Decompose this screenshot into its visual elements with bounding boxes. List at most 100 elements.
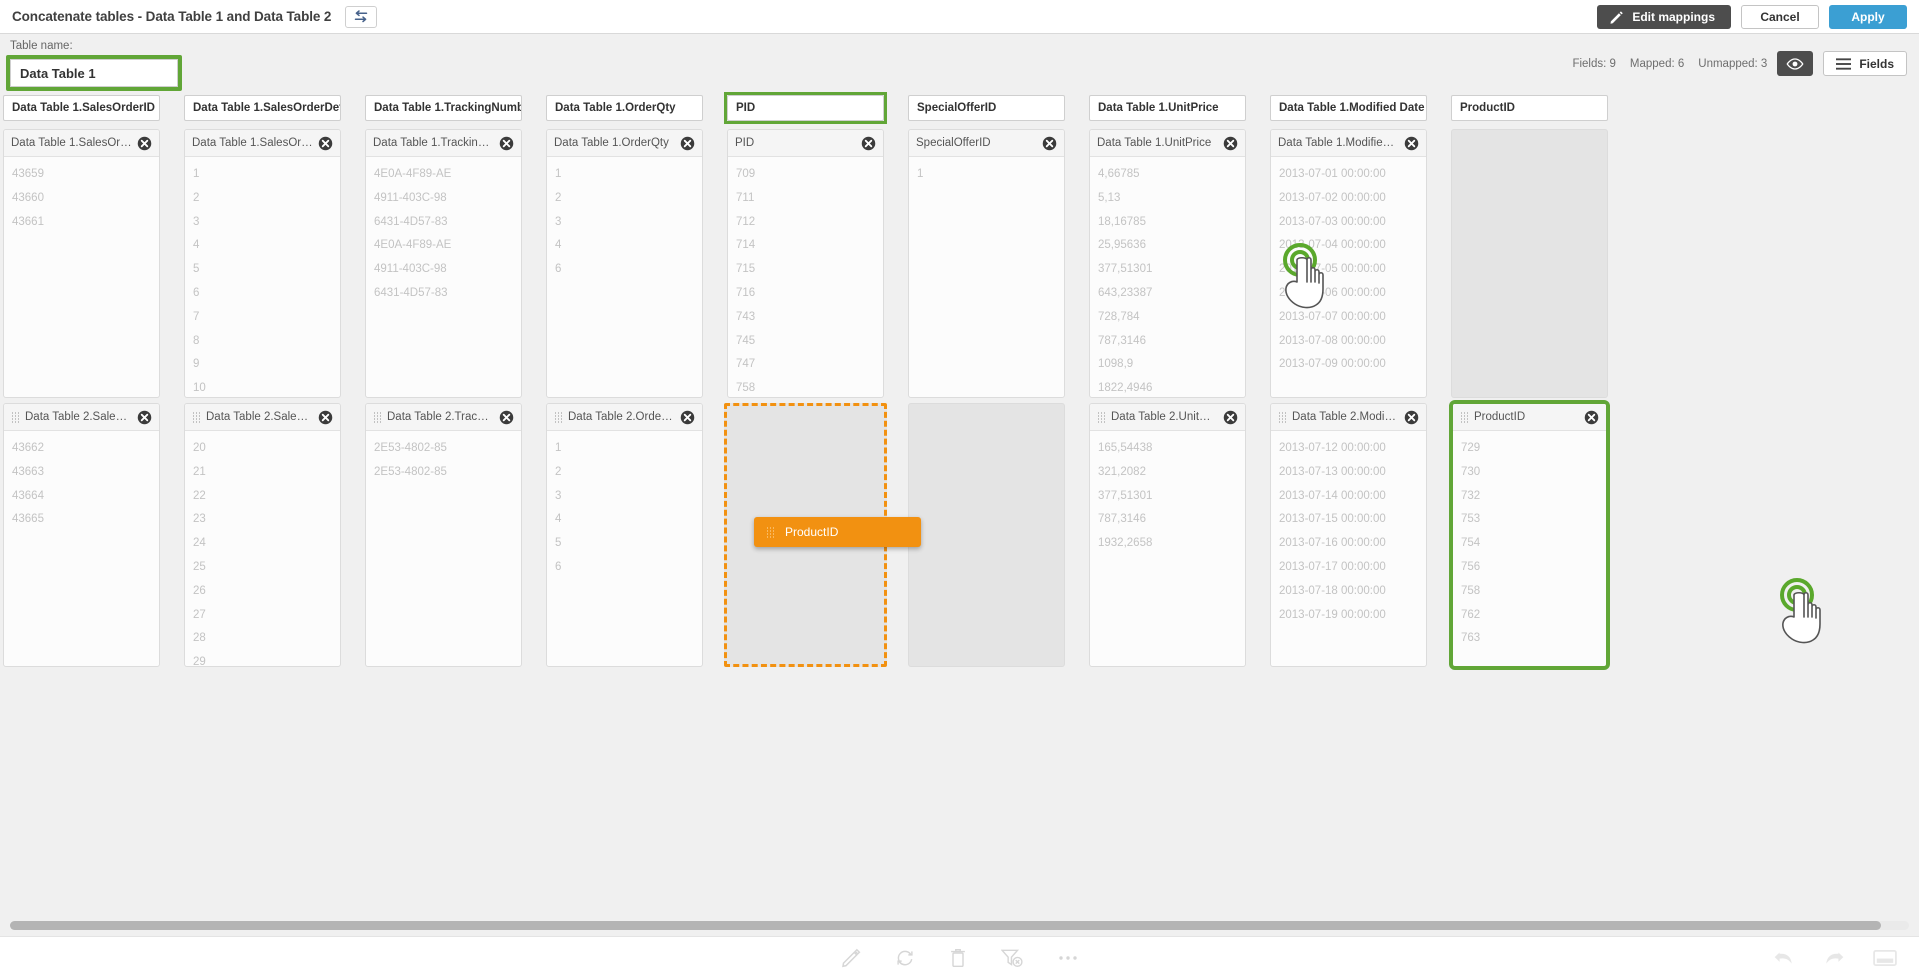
drag-grip-icon[interactable] [1278, 412, 1287, 423]
drag-grip-icon[interactable] [1460, 412, 1469, 423]
panel-toggle-icon[interactable] [1873, 949, 1897, 967]
field-card[interactable]: Data Table 2.SalesOrd...4366243663436644… [3, 403, 160, 667]
field-value: 2013-07-04 00:00:00 [1279, 239, 1386, 252]
field-card-title: Data Table 1.SalesOrderID [11, 137, 132, 149]
field-card-header[interactable]: Data Table 2.Modified ... [1271, 404, 1426, 431]
apply-button[interactable]: Apply [1829, 5, 1907, 29]
drag-grip-icon[interactable] [11, 412, 20, 423]
field-card[interactable]: Data Table 1.Modified Date 2013-07-01 00:… [1270, 129, 1427, 398]
cancel-button[interactable]: Cancel [1741, 5, 1819, 29]
remove-field-button[interactable] [499, 136, 514, 151]
field-card[interactable]: Data Table 2.OrderQty 1 2 3 4 5 6 [546, 403, 703, 667]
field-value: 5,13 [1098, 191, 1121, 204]
drag-ghost-productid[interactable]: ProductID [754, 517, 921, 547]
column-header-wrapper: ProductID [1448, 92, 1611, 124]
table-name-input[interactable] [10, 59, 178, 87]
empty-field-slot[interactable] [908, 403, 1065, 667]
field-card[interactable]: Data Table 2.SalesOrd... 20 21 22 23 24 25 26 27… [184, 403, 341, 667]
field-value: 1 [555, 168, 562, 180]
field-card-header[interactable]: Data Table 2.UnitPrice [1090, 404, 1245, 431]
remove-field-button[interactable] [1223, 410, 1238, 425]
preview-toggle-button[interactable] [1777, 51, 1814, 76]
field-card-header[interactable]: Data Table 2.Tracking... [366, 404, 521, 431]
redo-arrow-icon[interactable] [1823, 949, 1845, 967]
unmapped-count: Unmapped: 3 [1698, 57, 1768, 70]
mapping-column: Data Table 1.SalesOrderID Data Table 1.Sa… [0, 92, 163, 908]
field-card[interactable]: ProductID 729 730 732 753 754 756 758 762 763 [1452, 403, 1607, 667]
field-card-header[interactable]: Data Table 1.Modified Date [1271, 130, 1426, 157]
field-card[interactable]: PID 709 711 712 714 715 716 743 745 747 758 [727, 129, 884, 398]
column-header-wrapper: SpecialOfferID [905, 92, 1068, 124]
clear-filter-icon[interactable] [1000, 948, 1023, 968]
field-card-header[interactable]: Data Table 1.SalesOrderD... [185, 130, 340, 157]
column-header[interactable]: ProductID [1451, 95, 1608, 121]
horizontal-scrollbar[interactable] [10, 921, 1909, 930]
empty-field-slot[interactable] [1451, 129, 1608, 398]
remove-field-button[interactable] [1042, 136, 1057, 151]
remove-field-button[interactable] [318, 410, 333, 425]
field-card-header[interactable]: Data Table 2.SalesOrd... [185, 404, 340, 431]
column-header[interactable]: SpecialOfferID [908, 95, 1065, 121]
field-value: 23 [193, 513, 206, 526]
field-card-header[interactable]: Data Table 2.OrderQty [547, 404, 702, 431]
field-card-header[interactable]: PID [728, 130, 883, 157]
remove-field-button[interactable] [1223, 136, 1238, 151]
field-card-header[interactable]: SpecialOfferID [909, 130, 1064, 157]
remove-field-button[interactable] [499, 410, 514, 425]
field-card[interactable]: Data Table 2.Tracking...2E53-4802-852E53… [365, 403, 522, 667]
field-card-header[interactable]: Data Table 2.SalesOrd... [4, 404, 159, 431]
drag-grip-icon[interactable] [1097, 412, 1106, 423]
mapping-grid[interactable]: Data Table 1.SalesOrderID Data Table 1.Sa… [0, 92, 1919, 908]
edit-mappings-button[interactable]: Edit mappings [1597, 5, 1731, 29]
remove-field-button[interactable] [318, 136, 333, 151]
column-header[interactable]: Data Table 1.Modified Date [1270, 95, 1427, 121]
remove-field-button[interactable] [137, 410, 152, 425]
field-card-header[interactable]: Data Table 1.TrackingNum... [366, 130, 521, 157]
column-header[interactable]: PID [727, 95, 884, 121]
remove-field-button[interactable] [861, 136, 876, 151]
mapping-column: Data Table 1.TrackingNumber Data Table 1.… [362, 92, 525, 908]
drag-grip-icon[interactable] [192, 412, 201, 423]
remove-field-button[interactable] [1584, 410, 1599, 425]
pencil-icon[interactable] [841, 948, 861, 968]
column-header[interactable]: Data Table 1.UnitPrice [1089, 95, 1246, 121]
field-value-list: 165,54438 321,2082 377,51301 787,3146 1932,2… [1090, 431, 1245, 666]
column-header[interactable]: Data Table 1.OrderQty [546, 95, 703, 121]
field-card-header[interactable]: ProductID [1453, 404, 1606, 431]
scrollbar-thumb[interactable] [10, 921, 1881, 930]
column-header[interactable]: Data Table 1.SalesOrderID [3, 95, 160, 121]
column-header[interactable]: Data Table 1.TrackingNumber [365, 95, 522, 121]
remove-field-button[interactable] [680, 410, 695, 425]
field-card[interactable]: Data Table 1.SalesOrderD... 1 2 3 4 5 6 7 8 9 10 [184, 129, 341, 398]
ellipsis-icon[interactable] [1057, 948, 1079, 968]
refresh-icon[interactable] [895, 948, 915, 968]
column-header[interactable]: Data Table 1.SalesOrderDeta... [184, 95, 341, 121]
field-card[interactable]: Data Table 2.UnitPrice 165,54438 321,2082 3… [1089, 403, 1246, 667]
field-card[interactable]: Data Table 1.OrderQty 1 2 3 4 6 [546, 129, 703, 398]
drag-grip-icon[interactable] [373, 412, 382, 423]
field-value: 377,51301 [1098, 263, 1153, 276]
fields-button[interactable]: Fields [1823, 51, 1907, 76]
field-card[interactable]: SpecialOfferID 1 [908, 129, 1065, 398]
field-card-header[interactable]: Data Table 1.UnitPrice [1090, 130, 1245, 157]
remove-field-button[interactable] [1404, 410, 1419, 425]
field-value: 711 [736, 191, 755, 204]
undo-arrow-icon[interactable] [1773, 949, 1795, 967]
close-icon [1584, 410, 1599, 424]
field-card[interactable]: Data Table 1.SalesOrderID 43659 43660 43661 [3, 129, 160, 398]
field-card[interactable]: Data Table 2.Modified ... 2013-07-12 00:0… [1270, 403, 1427, 667]
drag-grip-icon[interactable] [554, 412, 563, 423]
field-value: 715 [736, 263, 756, 276]
field-value: 321,2082 [1098, 465, 1146, 478]
remove-field-button[interactable] [137, 136, 152, 151]
field-value: 21 [193, 465, 206, 478]
remove-field-button[interactable] [1404, 136, 1419, 151]
field-card[interactable]: Data Table 1.UnitPrice 4,66785 5,13 18,1678… [1089, 129, 1246, 398]
field-card[interactable]: Data Table 1.TrackingNum...4E0A-4F89-AE4… [365, 129, 522, 398]
field-value: 5 [193, 263, 200, 276]
swap-tables-button[interactable] [345, 5, 378, 28]
field-card-header[interactable]: Data Table 1.SalesOrderID [4, 130, 159, 157]
field-card-header[interactable]: Data Table 1.OrderQty [547, 130, 702, 157]
remove-field-button[interactable] [680, 136, 695, 151]
trash-icon[interactable] [949, 948, 967, 968]
